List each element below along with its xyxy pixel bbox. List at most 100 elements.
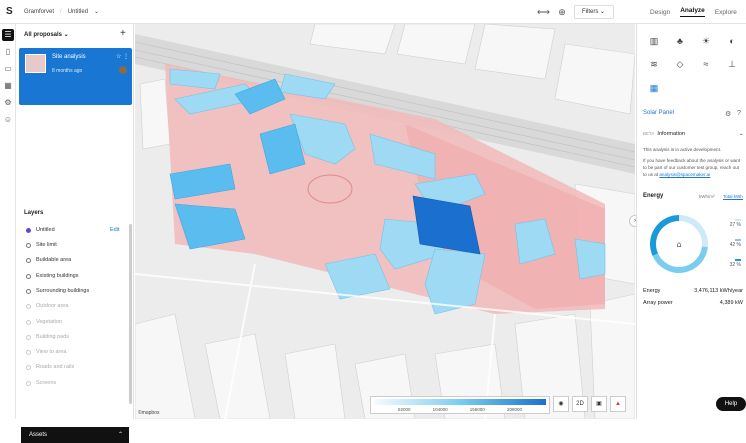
daylight-icon[interactable]: ◐: [725, 34, 739, 48]
settings-icon[interactable]: ⚙: [2, 97, 14, 109]
layer-item-roads-and-rails[interactable]: Roads and rails: [26, 364, 74, 370]
tab-kwh-per-m2[interactable]: kWh/m²: [699, 194, 715, 199]
layer-dot-icon: [26, 303, 31, 309]
gear-icon[interactable]: ⚙: [725, 110, 731, 118]
eye-icon[interactable]: ◉: [553, 396, 569, 412]
map-legend: 52000 104000 156000 208000: [370, 396, 550, 414]
camera-icon[interactable]: ▣: [591, 396, 607, 412]
layer-label: Screens: [36, 380, 57, 386]
layer-item-existing-buildings[interactable]: Existing buildings: [26, 273, 79, 279]
layer-item-untitled[interactable]: Untitled Edit: [26, 227, 119, 233]
info-text: This analysis is in active development.: [643, 147, 722, 152]
information-section[interactable]: BETA Information ⌄: [643, 131, 744, 137]
tab-explore[interactable]: Explore: [715, 9, 737, 16]
sun-icon[interactable]: ☀: [699, 34, 713, 48]
tree-icon[interactable]: ♣: [673, 34, 687, 48]
tab-total-kwh[interactable]: Total kWh: [723, 194, 743, 200]
mode-tabs: Design Analyze Explore: [636, 0, 746, 24]
layer-dot-icon: [26, 380, 31, 386]
layer-dot-icon: [26, 242, 31, 248]
app-logo[interactable]: S: [6, 6, 13, 17]
filters-dropdown[interactable]: Filters ⌄: [574, 5, 614, 19]
wind-icon[interactable]: ≈: [699, 57, 713, 71]
project-name[interactable]: Untitled: [68, 9, 88, 15]
chevron-down-icon: ⌄: [600, 9, 606, 15]
energy-label: Energy: [643, 288, 661, 294]
map-scene: [135, 24, 635, 419]
layer-dot-icon: [26, 364, 31, 370]
legend-tick: 52000: [398, 407, 411, 412]
layer-dot-icon: [26, 319, 31, 325]
layer-item-view-to-area[interactable]: View to area: [26, 349, 66, 355]
proposal-card[interactable]: Site analysis 8 months ago ☆ ⋮: [19, 48, 132, 105]
percentage-value: 27 %: [729, 222, 741, 228]
layer-label: Roads and rails: [36, 364, 75, 370]
assets-button[interactable]: Assets ⌃: [21, 427, 129, 443]
legend-ticks: 52000 104000 156000 208000: [374, 407, 546, 412]
array-power-label: Array power: [643, 300, 673, 306]
layer-dot-icon: [26, 349, 31, 355]
temperature-icon[interactable]: ⊥: [725, 57, 739, 71]
solar-panel-icon[interactable]: ▦: [647, 81, 661, 95]
legend-tick: 208000: [506, 407, 522, 412]
view-mode-button[interactable]: 2D: [572, 396, 588, 412]
menu-icon[interactable]: ☰: [2, 29, 14, 41]
tab-analyze[interactable]: Analyze: [680, 7, 705, 17]
feedback-text: If you have feedback about the analysis …: [643, 157, 741, 178]
layer-item-vegetation[interactable]: Vegetation: [26, 319, 62, 325]
tool-title: Solar Panel: [643, 110, 675, 116]
layer-item-site-limit[interactable]: Site limit: [26, 242, 57, 248]
energy-title: Energy: [643, 193, 664, 199]
building-icon[interactable]: ▥: [647, 34, 661, 48]
legend-gradient: [374, 399, 546, 405]
layer-item-outdoor-area[interactable]: Outdoor area: [26, 303, 68, 309]
donut-segment: [652, 246, 708, 273]
layer-item-building-pads[interactable]: Building pads: [26, 334, 69, 340]
noise-icon[interactable]: ≋: [647, 57, 661, 71]
layer-item-screens[interactable]: Screens: [26, 380, 56, 386]
percentage-value: 32 %: [729, 262, 741, 268]
feedback-email-link[interactable]: analysis@spacemaker.ai: [659, 172, 710, 177]
percentage-high: 32 %: [725, 259, 741, 268]
filters-label: Filters: [582, 9, 599, 15]
icon-rail: ☰ ▯ ▭ ▦ ⚙ ☺: [0, 24, 16, 419]
proposals-header[interactable]: All proposals ⌄: [24, 31, 69, 38]
team-icon[interactable]: ☺: [2, 114, 14, 126]
map-viewport[interactable]: [135, 24, 635, 419]
proposal-thumbnail: [25, 54, 46, 73]
layers-icon[interactable]: ▦: [2, 80, 14, 92]
right-panel: ▥ ♣ ☀ ◐ ≋ ◇ ≈ ⊥ ▦ Solar Panel ⚙ ? BETA In…: [636, 24, 746, 419]
tab-design[interactable]: Design: [650, 9, 670, 16]
workspace-name[interactable]: Gramforvet: [24, 9, 54, 15]
view-icon[interactable]: ◇: [673, 57, 687, 71]
compass-icon[interactable]: ▲: [610, 396, 626, 412]
star-icon[interactable]: ☆ ⋮: [116, 53, 129, 60]
layer-dot-icon: [26, 273, 31, 279]
assets-label: Assets: [29, 432, 48, 438]
layers-scrollbar[interactable]: [129, 224, 132, 404]
chevron-down-icon[interactable]: ⌄: [739, 131, 744, 137]
layer-label: View to area: [36, 349, 67, 355]
left-panel: All proposals ⌄ + Site analysis 8 months…: [16, 24, 134, 443]
measure-icon[interactable]: ⟷: [537, 6, 550, 18]
proposal-title: Site analysis: [52, 54, 86, 60]
chevron-down-icon[interactable]: ⌄: [94, 8, 99, 15]
crosshair-icon[interactable]: ⊕: [556, 6, 568, 18]
proposal-date: 8 months ago: [52, 68, 83, 74]
layer-item-buildable-area[interactable]: Buildable area: [26, 257, 71, 263]
layer-label: Building pads: [36, 334, 70, 340]
edit-layer-button[interactable]: Edit: [110, 227, 119, 233]
add-proposal-icon[interactable]: +: [120, 28, 126, 39]
layer-item-surrounding-buildings[interactable]: Surrounding buildings: [26, 288, 89, 294]
avatar: [119, 66, 127, 74]
help-icon[interactable]: ?: [737, 110, 741, 117]
layer-dot-icon: [26, 288, 31, 294]
help-button[interactable]: Help: [716, 397, 746, 411]
legend-tick: 104000: [432, 407, 448, 412]
legend-swatch: [735, 259, 741, 261]
layer-label: Untitled: [36, 227, 55, 233]
layer-label: Existing buildings: [36, 273, 79, 279]
comment-icon[interactable]: ▭: [2, 63, 14, 75]
layer-label: Buildable area: [36, 257, 72, 263]
book-icon[interactable]: ▯: [2, 46, 14, 58]
